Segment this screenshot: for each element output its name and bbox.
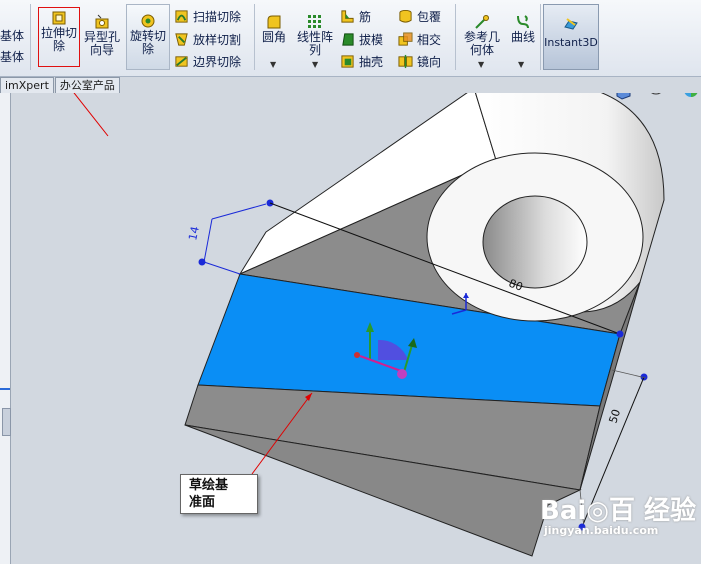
curves-button[interactable]: 曲线 xyxy=(506,12,540,44)
curves-label: 曲线 xyxy=(510,30,535,44)
fillet-dropdown-icon[interactable]: ▼ xyxy=(270,60,276,69)
revolve-cut-label-2: 除 xyxy=(141,42,154,56)
instant3d-button[interactable]: Instant3D xyxy=(543,4,599,70)
ref-geometry-dropdown-icon[interactable]: ▼ xyxy=(478,60,484,69)
linear-pattern-label-2: 列 xyxy=(308,43,321,57)
command-tabs: imXpert 办公室产品 xyxy=(0,77,121,93)
tab-simxpert[interactable]: imXpert xyxy=(0,77,54,93)
hole-wizard-button[interactable]: 异型孔 向导 xyxy=(83,12,121,57)
sweep-cut-icon xyxy=(175,9,188,23)
tab-office-products[interactable]: 办公室产品 xyxy=(54,77,120,93)
sweep-cut-label: 扫描切除 xyxy=(193,9,242,24)
fillet-icon xyxy=(267,15,281,29)
boundary-cut-button[interactable]: 边界切除 xyxy=(174,52,241,70)
draft-button[interactable]: 拔模 xyxy=(340,30,383,48)
baidu-watermark: Bai◎百 经验 jingyan.baidu.com xyxy=(540,490,697,537)
loft-cut-label: 放样切割 xyxy=(193,32,242,47)
pattern-dropdown-icon[interactable]: ▼ xyxy=(312,60,318,69)
partial-base-labels[interactable]: 基体 基体 xyxy=(0,30,24,64)
mirror-button[interactable]: 镜向 xyxy=(398,52,441,70)
callout-line-2: 准面 xyxy=(189,495,216,510)
shell-icon xyxy=(341,54,354,68)
revolve-cut-icon xyxy=(141,14,155,28)
extrude-cut-icon xyxy=(52,11,66,25)
extrude-cut-label-2: 除 xyxy=(52,39,65,53)
mirror-icon xyxy=(398,54,413,68)
callout-line-1: 草绘基 xyxy=(189,478,229,493)
partial-label-1: 基体 xyxy=(0,29,25,43)
extrude-cut-button[interactable]: 拉伸切 除 xyxy=(38,7,80,67)
reference-geometry-button[interactable]: 参考几 何体 xyxy=(460,12,504,57)
rib-button[interactable]: 筋 xyxy=(340,7,371,25)
curves-dropdown-icon[interactable]: ▼ xyxy=(518,60,524,69)
loft-cut-icon xyxy=(175,32,188,46)
intersect-label: 相交 xyxy=(417,32,442,47)
reference-geometry-icon xyxy=(475,15,489,29)
boundary-cut-icon xyxy=(175,55,188,67)
linear-pattern-icon xyxy=(308,15,321,28)
feature-manager-panel[interactable] xyxy=(0,93,11,564)
fillet-label: 圆角 xyxy=(261,30,286,44)
instant3d-icon xyxy=(564,18,578,30)
mirror-label: 镜向 xyxy=(417,54,442,69)
hole-wizard-icon xyxy=(95,14,109,29)
partial-label-2: 基体 xyxy=(0,50,25,64)
wrap-label: 包覆 xyxy=(417,9,442,24)
shell-label: 抽壳 xyxy=(359,54,384,69)
watermark-logo: Bai◎百 经验 xyxy=(540,496,697,526)
intersect-button[interactable]: 相交 xyxy=(398,30,441,48)
feature-ribbon: 基体 基体 拉伸切 除 异型孔 向导 旋转切 除 扫描切除 放样切割 边界切除 … xyxy=(0,0,701,77)
curves-icon xyxy=(517,15,529,29)
panel-indicator xyxy=(0,388,10,390)
fillet-button[interactable]: 圆角 xyxy=(258,12,290,44)
watermark-url: jingyan.baidu.com xyxy=(544,524,659,537)
loft-cut-button[interactable]: 放样切割 xyxy=(174,30,241,48)
instant3d-label: Instant3D xyxy=(544,36,598,49)
wrap-button[interactable]: 包覆 xyxy=(398,7,441,25)
panel-collapse-handle[interactable] xyxy=(2,408,11,436)
sketch-plane-callout: 草绘基 准面 xyxy=(180,474,258,514)
revolve-cut-button[interactable]: 旋转切 除 xyxy=(126,4,170,70)
hole-wizard-label-2: 向导 xyxy=(89,43,114,57)
rib-label: 筋 xyxy=(359,9,372,24)
shell-button[interactable]: 抽壳 xyxy=(340,52,383,70)
draft-label: 拔模 xyxy=(359,32,384,47)
linear-pattern-button[interactable]: 线性阵 列 xyxy=(294,12,336,57)
sweep-cut-button[interactable]: 扫描切除 xyxy=(174,7,241,25)
draft-icon xyxy=(342,32,354,46)
wrap-icon xyxy=(399,9,412,23)
reference-geometry-label-2: 何体 xyxy=(469,43,494,57)
bore-hole xyxy=(482,195,588,289)
boundary-cut-label: 边界切除 xyxy=(193,54,242,69)
rib-icon xyxy=(341,9,354,23)
intersect-icon xyxy=(398,31,413,46)
